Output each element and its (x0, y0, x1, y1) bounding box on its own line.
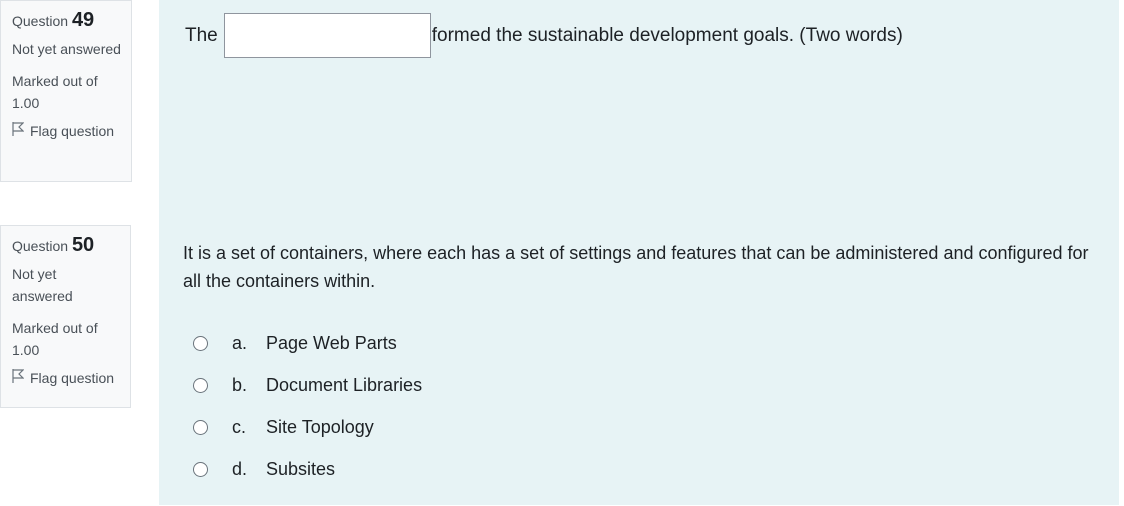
question-info-50: Question 50 Not yet answered Marked out … (0, 225, 131, 408)
question-number: 50 (71, 234, 95, 256)
question-state: Not yet answered (12, 41, 121, 57)
question-label: Question (12, 13, 69, 29)
question-number: 49 (71, 9, 95, 31)
text-before-blank: The (185, 24, 218, 46)
option-letter: d. (232, 458, 248, 479)
answer-blank-input[interactable] (223, 13, 431, 58)
answer-option-a[interactable]: a. Page Web Parts (193, 322, 422, 364)
question-text-49: The formed the sustainable development g… (185, 13, 903, 58)
question-content-49: The formed the sustainable development g… (159, 0, 1119, 225)
flag-question-label: Flag question (30, 369, 115, 386)
radio-unchecked-icon[interactable] (193, 377, 208, 393)
answer-option-b[interactable]: b. Document Libraries (193, 364, 422, 406)
flag-icon (12, 122, 25, 139)
option-label: Subsites (266, 458, 336, 479)
question-number-line: Question 49 (12, 9, 121, 32)
radio-unchecked-icon[interactable] (193, 335, 208, 351)
option-label: Site Topology (266, 416, 374, 437)
question-label: Question (12, 238, 69, 254)
answer-option-c[interactable]: c. Site Topology (193, 406, 422, 448)
question-text-50: It is a set of containers, where each ha… (183, 243, 1089, 291)
flag-icon (12, 369, 25, 386)
question-grade: Marked out of 1.00 (12, 73, 98, 111)
flag-question-label: Flag question (30, 122, 115, 139)
answer-option-d[interactable]: d. Subsites (193, 448, 422, 490)
text-after-blank: formed the sustainable development goals… (431, 24, 903, 46)
option-letter: c. (232, 416, 247, 437)
question-grade: Marked out of 1.00 (12, 320, 98, 358)
option-label: Page Web Parts (266, 332, 397, 353)
option-label: Document Libraries (266, 374, 423, 395)
radio-unchecked-icon[interactable] (193, 419, 208, 435)
answer-options: a. Page Web Parts b. Document Libraries … (193, 322, 422, 490)
option-letter: b. (232, 374, 248, 395)
radio-unchecked-icon[interactable] (193, 461, 208, 477)
option-letter: a. (232, 332, 248, 353)
question-info-49: Question 49 Not yet answered Marked out … (0, 0, 132, 182)
question-state: Not yet answered (12, 266, 73, 304)
question-number-line: Question 50 (12, 234, 120, 257)
question-content-50: It is a set of containers, where each ha… (159, 225, 1119, 505)
flag-question-button[interactable]: Flag question (12, 369, 120, 386)
flag-question-button[interactable]: Flag question (12, 122, 121, 139)
